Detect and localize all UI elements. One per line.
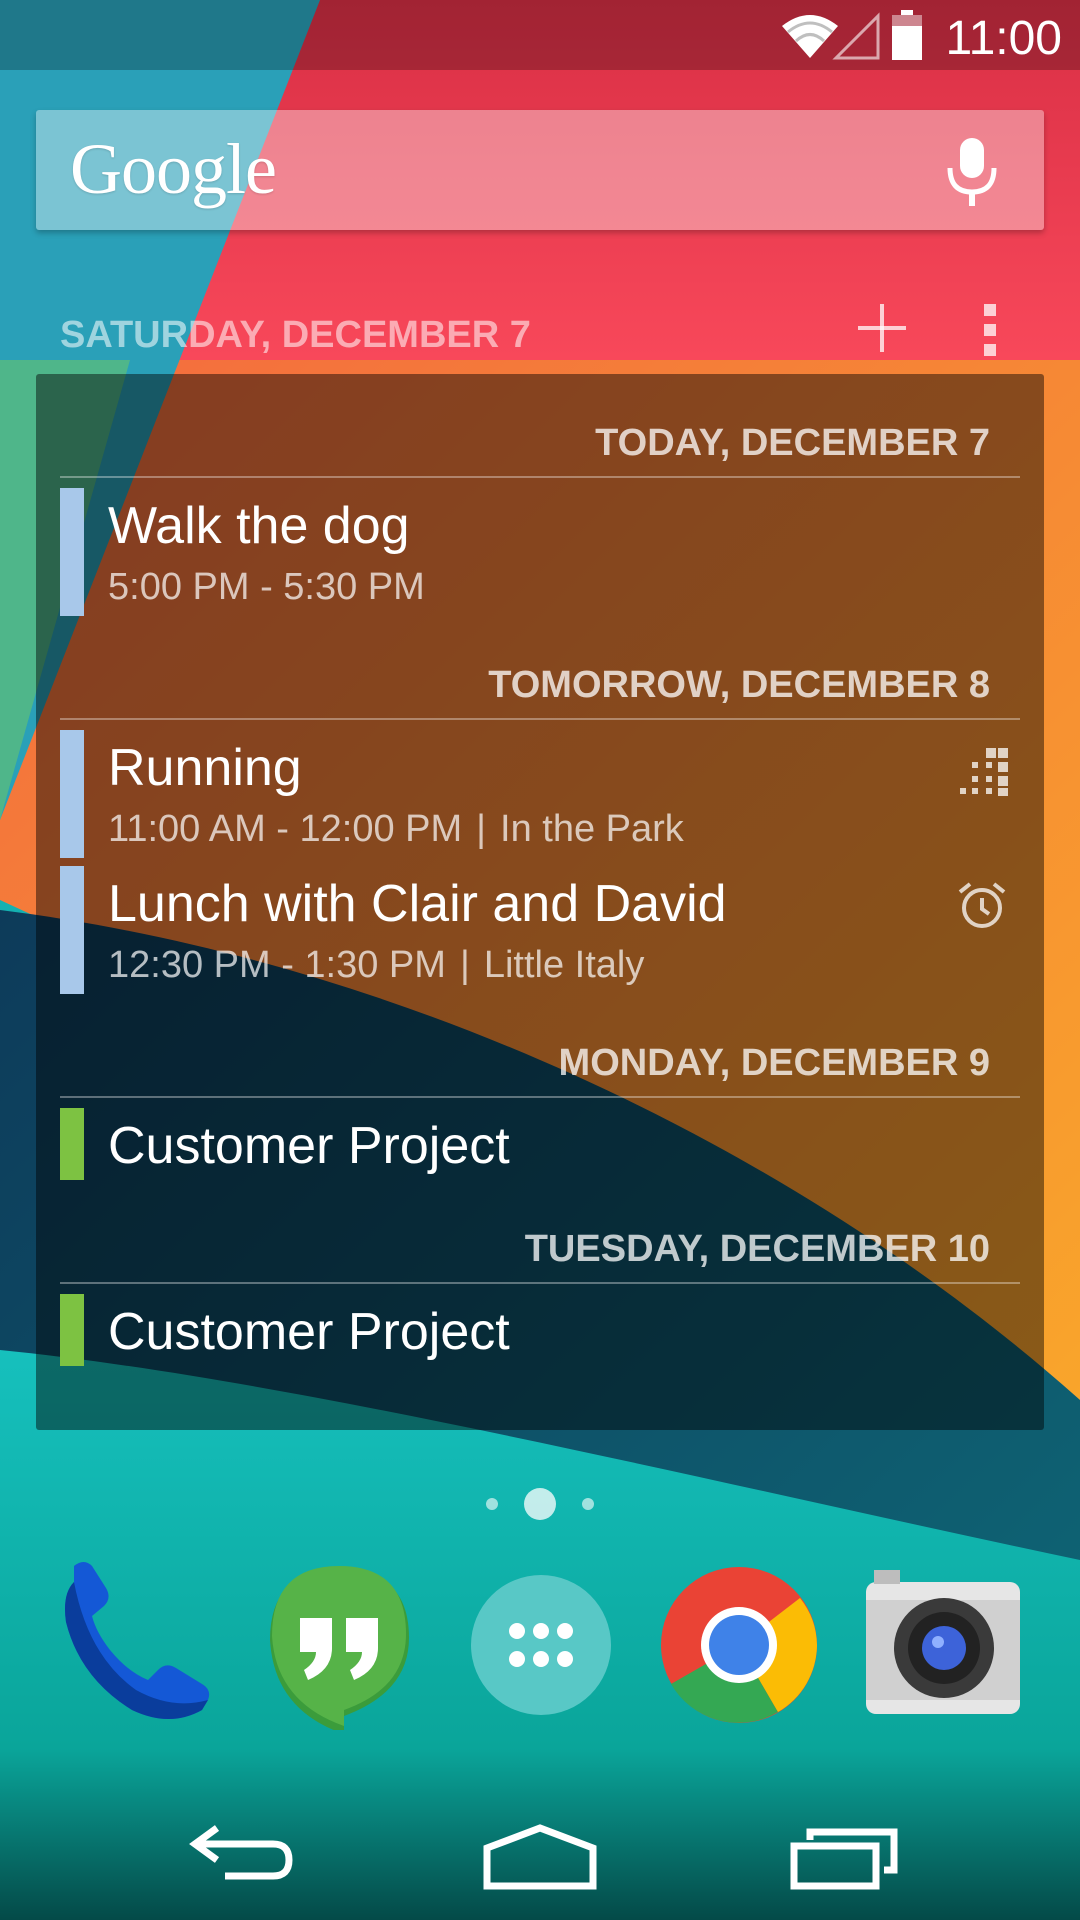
- event-details: 11:00 AM - 12:00 PM | In the Park: [108, 804, 684, 854]
- event-color-bar: [60, 1108, 84, 1180]
- day-header-tomorrow: TOMORROW, DECEMBER 8: [60, 656, 1020, 720]
- overflow-menu-icon[interactable]: [976, 302, 1004, 358]
- chrome-icon[interactable]: [654, 1560, 824, 1730]
- status-bar: 11:00: [0, 0, 1080, 78]
- event-title: Lunch with Clair and David: [108, 875, 727, 933]
- add-event-icon[interactable]: [854, 300, 910, 356]
- page-indicator: [0, 1484, 1080, 1524]
- event-color-bar: [60, 488, 84, 616]
- event-location: In the Park: [500, 808, 684, 850]
- day-header-tuesday: TUESDAY, DECEMBER 10: [60, 1220, 1020, 1284]
- calendar-widget: TODAY, DECEMBER 7 Walk the dog 5:00 PM -…: [36, 374, 1044, 1430]
- separator: |: [459, 944, 470, 986]
- event-walk-the-dog[interactable]: Walk the dog 5:00 PM - 5:30 PM: [60, 488, 1020, 618]
- day-label: TOMORROW, DECEMBER 8: [488, 664, 990, 706]
- dock: [0, 1560, 1080, 1740]
- event-details: 12:30 PM - 1:30 PM | Little Italy: [108, 940, 644, 990]
- phone-icon[interactable]: [52, 1560, 222, 1730]
- page-dot: [582, 1498, 594, 1510]
- back-icon[interactable]: [175, 1810, 305, 1900]
- home-screen: 11:00 Google SATURDAY, DECEMBER 7 TODAY,…: [0, 0, 1080, 1920]
- google-logo: Google: [70, 129, 277, 209]
- alarm-icon: [958, 882, 1006, 928]
- event-running[interactable]: Running 11:00 AM - 12:00 PM | In the Park: [60, 730, 1020, 860]
- day-label: TODAY, DECEMBER 7: [595, 422, 990, 464]
- day-header-today: TODAY, DECEMBER 7: [60, 414, 1020, 478]
- separator: |: [476, 808, 487, 850]
- recents-icon[interactable]: [780, 1810, 910, 1900]
- google-search-bar[interactable]: Google: [36, 110, 1044, 230]
- day-label: MONDAY, DECEMBER 9: [558, 1042, 990, 1084]
- event-title: Customer Project: [108, 1303, 510, 1361]
- wifi-icon: [782, 15, 838, 58]
- app-drawer-icon[interactable]: [456, 1560, 626, 1730]
- camera-icon[interactable]: [858, 1560, 1028, 1730]
- day-label: TUESDAY, DECEMBER 10: [524, 1228, 990, 1270]
- recurring-icon: [960, 748, 1008, 796]
- page-dot-current: [524, 1488, 556, 1520]
- event-customer-project[interactable]: Customer Project: [60, 1108, 1020, 1188]
- event-color-bar: [60, 730, 84, 858]
- day-header-monday: MONDAY, DECEMBER 9: [60, 1034, 1020, 1098]
- navigation-bar: [0, 1780, 1080, 1920]
- page-dot: [486, 1498, 498, 1510]
- status-time: 11:00: [945, 12, 1062, 65]
- mic-icon[interactable]: [944, 136, 1000, 208]
- event-time: 11:00 AM - 12:00 PM: [108, 808, 463, 850]
- battery-icon: [892, 10, 922, 60]
- event-time: 5:00 PM - 5:30 PM: [108, 566, 425, 608]
- calendar-header-date[interactable]: SATURDAY, DECEMBER 7: [60, 310, 531, 360]
- event-color-bar: [60, 1294, 84, 1366]
- event-title: Customer Project: [108, 1117, 510, 1175]
- event-title: Running: [108, 739, 302, 797]
- event-title: Walk the dog: [108, 497, 410, 555]
- event-color-bar: [60, 866, 84, 994]
- event-location: Little Italy: [483, 944, 645, 986]
- home-icon[interactable]: [475, 1810, 605, 1900]
- event-lunch[interactable]: Lunch with Clair and David 12:30 PM - 1:…: [60, 866, 1020, 996]
- event-time: 12:30 PM - 1:30 PM: [108, 944, 446, 986]
- event-customer-project[interactable]: Customer Project: [60, 1294, 1020, 1374]
- hangouts-icon[interactable]: [254, 1560, 424, 1730]
- signal-icon: [832, 12, 880, 60]
